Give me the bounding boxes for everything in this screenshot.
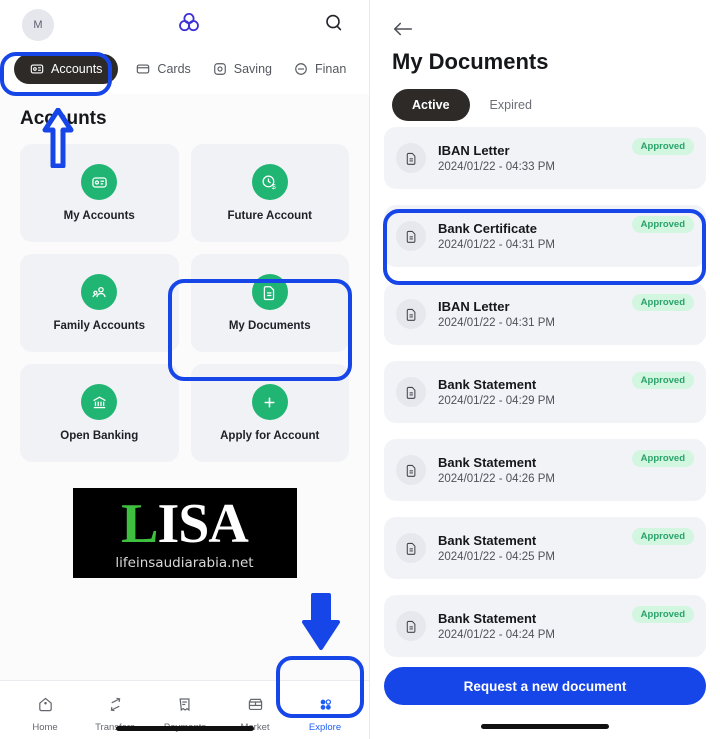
nav-label: Explore: [308, 722, 342, 733]
status-badge: Approved: [631, 138, 694, 155]
watermark-first-letter: L: [121, 493, 158, 555]
tab-finance[interactable]: Finan: [290, 55, 350, 83]
page-title: My Documents: [392, 49, 549, 74]
screenshot-root: M Accounts Cards Saving Finan Accounts M…: [0, 0, 720, 739]
tile-apply-for-account[interactable]: Apply for Account: [190, 364, 349, 462]
tile-label: Future Account: [227, 210, 313, 222]
document-date: 2024/01/22 - 04:31 PM: [438, 317, 555, 329]
avatar-initial: M: [33, 19, 43, 31]
document-icon: [251, 274, 288, 310]
document-date: 2024/01/22 - 04:29 PM: [438, 395, 555, 407]
document-icon: [396, 143, 426, 173]
watermark-rest-letters: ISA: [157, 493, 248, 555]
id-card-icon: [81, 164, 118, 200]
tab-accounts[interactable]: Accounts: [14, 54, 119, 84]
nav-item-home[interactable]: Home: [14, 690, 76, 737]
svg-text:$: $: [272, 181, 277, 190]
document-row[interactable]: Bank Statement 2024/01/22 - 04:26 PM App…: [384, 439, 706, 501]
nav-label: Home: [32, 722, 58, 733]
document-row[interactable]: Bank Certificate 2024/01/22 - 04:31 PM A…: [384, 205, 706, 267]
document-icon: [396, 221, 426, 251]
account-tiles-grid: My Accounts $ Future Account Family Acco…: [20, 144, 349, 462]
home-indicator: [115, 726, 254, 731]
document-name: Bank Certificate: [438, 221, 537, 236]
tile-my-documents[interactable]: My Documents: [190, 254, 349, 352]
filter-tab-active[interactable]: Active: [392, 89, 470, 121]
status-badge: Approved: [631, 216, 694, 233]
status-badge: Approved: [631, 294, 694, 311]
nav-item-explore[interactable]: Explore: [294, 690, 356, 737]
tile-family-accounts[interactable]: Family Accounts: [20, 254, 179, 352]
right-phone-screen: My Documents Active Expired IBAN Letter …: [370, 0, 720, 739]
lisa-watermark: L ISA lifeinsaudiarabia.net: [20, 488, 349, 579]
status-badge: Approved: [631, 528, 694, 545]
tile-label: Open Banking: [60, 430, 139, 442]
transfers-arrows-icon: [106, 695, 125, 717]
tab-saving-label: Saving: [233, 62, 272, 76]
document-icon: [396, 377, 426, 407]
document-name: Bank Statement: [438, 455, 537, 470]
document-row[interactable]: Bank Statement 2024/01/22 - 04:24 PM App…: [384, 595, 706, 657]
document-name: Bank Statement: [438, 611, 537, 626]
document-name: IBAN Letter: [438, 299, 510, 314]
app-header: M: [0, 0, 369, 50]
clock-dollar-icon: $: [251, 164, 288, 200]
document-icon: [396, 299, 426, 329]
document-row[interactable]: Bank Statement 2024/01/22 - 04:25 PM App…: [384, 517, 706, 579]
status-badge: Approved: [631, 372, 694, 389]
plus-icon: [251, 384, 288, 420]
status-badge: Approved: [631, 450, 694, 467]
search-icon[interactable]: [323, 12, 345, 39]
tile-label: My Documents: [228, 320, 311, 332]
tab-finance-label: Finan: [315, 62, 347, 76]
document-name: Bank Statement: [438, 377, 537, 392]
document-row[interactable]: IBAN Letter 2024/01/22 - 04:33 PM Approv…: [384, 127, 706, 189]
grid-dots-icon: [316, 695, 335, 717]
status-badge: Approved: [631, 606, 694, 623]
document-icon: [396, 533, 426, 563]
tile-label: Family Accounts: [53, 320, 146, 332]
tile-label: Apply for Account: [220, 430, 320, 442]
tile-future-account[interactable]: $ Future Account: [190, 144, 349, 242]
avatar[interactable]: M: [22, 9, 54, 41]
back-arrow-icon[interactable]: [392, 20, 698, 43]
documents-list: IBAN Letter 2024/01/22 - 04:33 PM Approv…: [370, 121, 720, 657]
tile-open-banking[interactable]: Open Banking: [20, 364, 179, 462]
document-date: 2024/01/22 - 04:31 PM: [438, 239, 555, 251]
document-date: 2024/01/22 - 04:26 PM: [438, 473, 555, 485]
page-title: Accounts: [20, 108, 107, 129]
document-icon: [396, 455, 426, 485]
document-row[interactable]: IBAN Letter 2024/01/22 - 04:31 PM Approv…: [384, 283, 706, 345]
bank-building-icon: [81, 384, 118, 420]
market-stall-icon: [246, 695, 265, 717]
watermark-subtitle: lifeinsaudiarabia.net: [115, 555, 254, 572]
tile-label: My Accounts: [63, 210, 135, 222]
tab-cards-label: Cards: [157, 62, 191, 76]
left-phone-screen: M Accounts Cards Saving Finan Accounts M…: [0, 0, 370, 739]
category-tabs: Accounts Cards Saving Finan: [0, 50, 369, 94]
home-icon: [36, 695, 55, 717]
document-row[interactable]: Bank Statement 2024/01/22 - 04:29 PM App…: [384, 361, 706, 423]
accounts-body: Accounts My Accounts $ Future Account Fa…: [0, 94, 369, 579]
status-filter-tabs: Active Expired: [392, 89, 698, 121]
document-date: 2024/01/22 - 04:25 PM: [438, 551, 555, 563]
home-indicator: [481, 724, 609, 729]
annotation-arrow-down-explore: [300, 592, 342, 655]
tile-my-accounts[interactable]: My Accounts: [20, 144, 179, 242]
document-icon: [396, 611, 426, 641]
tab-saving[interactable]: Saving: [209, 55, 276, 83]
document-name: IBAN Letter: [438, 143, 510, 158]
document-name: Bank Statement: [438, 533, 537, 548]
document-date: 2024/01/22 - 04:33 PM: [438, 161, 555, 173]
status-bar-ghost: [370, 0, 720, 10]
tab-cards[interactable]: Cards: [132, 55, 194, 83]
trefoil-logo-icon: [176, 10, 202, 41]
documents-header: My Documents Active Expired: [370, 10, 720, 121]
receipt-icon: [176, 695, 195, 717]
family-person-icon: [81, 274, 118, 310]
filter-tab-expired[interactable]: Expired: [478, 89, 544, 121]
document-date: 2024/01/22 - 04:24 PM: [438, 629, 555, 641]
tab-accounts-label: Accounts: [51, 62, 103, 76]
request-new-document-button[interactable]: Request a new document: [384, 667, 706, 705]
